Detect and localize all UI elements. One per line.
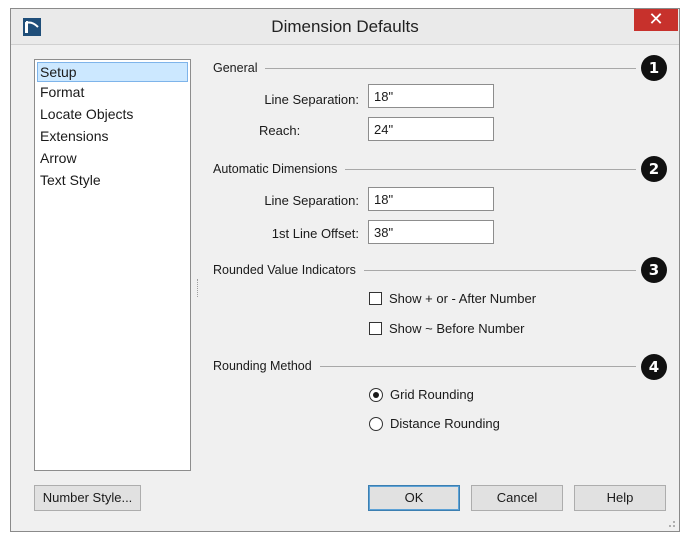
dialog-title: Dimension Defaults [271,17,419,36]
show-plus-minus-checkbox[interactable] [369,292,382,305]
title-bar[interactable]: Dimension Defaults ✕ [11,9,679,45]
grid-rounding-radio[interactable] [369,388,383,402]
distance-rounding-radio[interactable] [369,417,383,431]
list-item-setup[interactable]: Setup [37,62,188,82]
ok-button[interactable]: OK [368,485,460,511]
radio-selected-dot [373,392,379,398]
callout-2: 2 [641,156,667,182]
show-tilde-checkbox[interactable] [369,322,382,335]
splitter-grip[interactable] [197,279,200,297]
close-button[interactable]: ✕ [634,9,678,31]
list-item-format[interactable]: Format [37,82,188,102]
list-item-locate-objects[interactable]: Locate Objects [37,104,188,124]
dialog-window: Dimension Defaults ✕ Setup Format Locate… [10,8,680,532]
resize-grip-icon[interactable] [666,518,676,528]
list-item-text-style[interactable]: Text Style [37,170,188,190]
general-line-separation-label: Line Separation: [264,92,359,107]
reach-label: Reach: [259,123,301,138]
callout-4: 4 [641,354,667,380]
auto-line-separation-input[interactable] [368,187,494,211]
show-tilde-label[interactable]: Show ~ Before Number [389,321,524,336]
general-line-separation-input[interactable] [368,84,494,108]
cancel-button[interactable]: Cancel [471,485,563,511]
show-plus-minus-label[interactable]: Show + or - After Number [389,291,536,306]
callout-1: 1 [641,55,667,81]
category-list[interactable]: Setup Format Locate Objects Extensions A… [34,59,191,471]
close-icon: ✕ [648,9,664,29]
general-divider [216,68,636,69]
first-line-offset-input[interactable] [368,220,494,244]
reach-input[interactable] [368,117,494,141]
list-item-arrow[interactable]: Arrow [37,148,188,168]
rounding-heading: Rounding Method [213,359,320,373]
auto-line-separation-label: Line Separation: [264,193,359,208]
distance-rounding-label[interactable]: Distance Rounding [390,416,500,431]
general-heading: General [213,61,266,75]
callout-3: 3 [641,257,667,283]
automatic-heading: Automatic Dimensions [213,162,346,176]
rounded-heading: Rounded Value Indicators [213,263,364,277]
help-button[interactable]: Help [574,485,666,511]
number-style-button[interactable]: Number Style... [34,485,141,511]
list-item-extensions[interactable]: Extensions [37,126,188,146]
grid-rounding-label[interactable]: Grid Rounding [390,387,474,402]
first-line-offset-label: 1st Line Offset: [271,226,359,241]
